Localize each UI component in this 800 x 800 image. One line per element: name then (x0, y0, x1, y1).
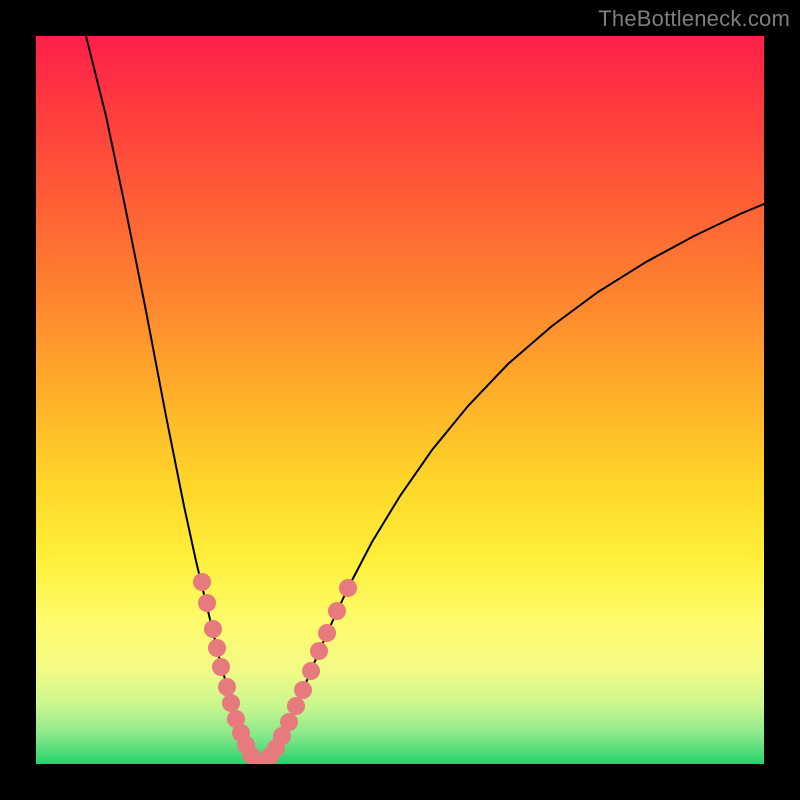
data-dot (328, 602, 346, 620)
data-dots (193, 573, 357, 764)
plot-area (36, 36, 764, 764)
data-dot (287, 697, 305, 715)
data-dot (302, 662, 320, 680)
data-dot (318, 624, 336, 642)
data-dot (208, 639, 226, 657)
data-dot (218, 678, 236, 696)
data-dot (294, 681, 312, 699)
data-dot (310, 642, 328, 660)
data-dot (212, 658, 230, 676)
data-dot (222, 694, 240, 712)
data-dot (204, 620, 222, 638)
data-dot (198, 594, 216, 612)
data-dot (339, 579, 357, 597)
chart-frame: TheBottleneck.com (0, 0, 800, 800)
bottleneck-curve (86, 36, 764, 764)
watermark-text: TheBottleneck.com (598, 6, 790, 32)
data-dot (280, 713, 298, 731)
chart-svg (36, 36, 764, 764)
data-dot (193, 573, 211, 591)
